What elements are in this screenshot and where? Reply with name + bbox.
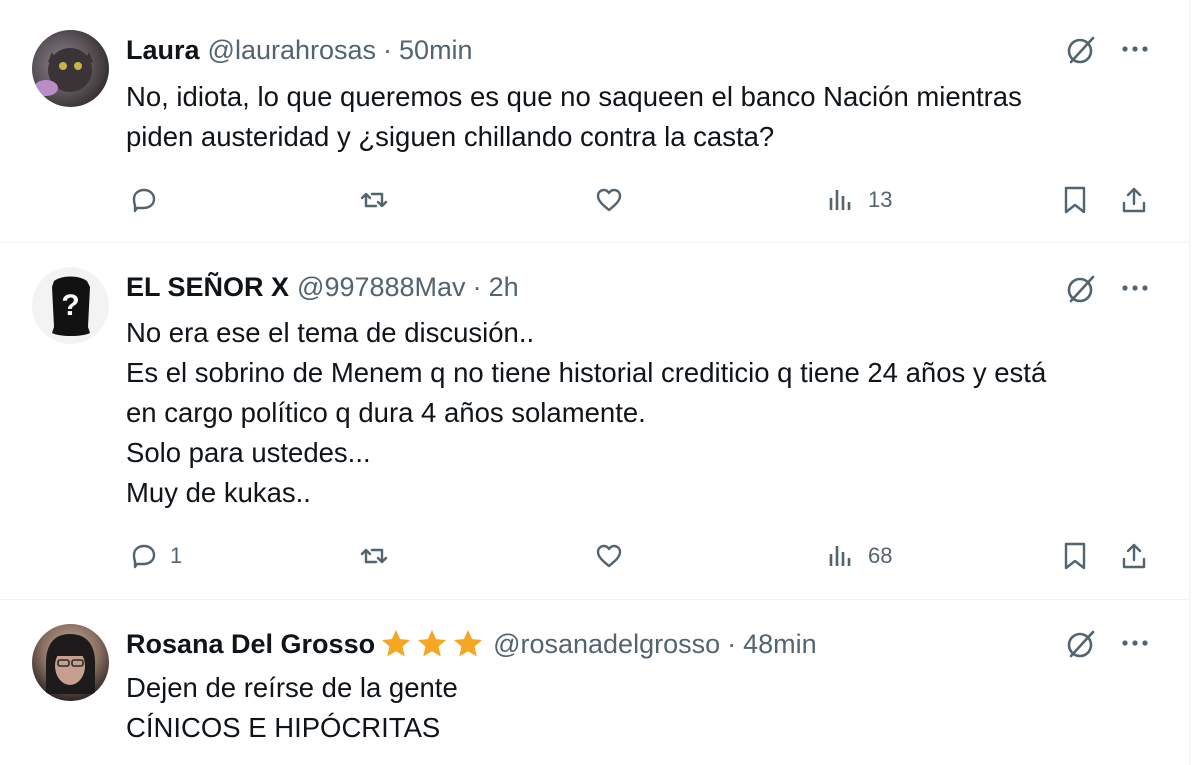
repost-icon: [360, 192, 388, 208]
tweet-text-line: Es el sobrino de Menem q no tiene histor…: [126, 357, 1047, 388]
views-button[interactable]: 13: [826, 180, 892, 220]
display-name[interactable]: Rosana Del Grosso: [126, 629, 375, 660]
separator: ·: [472, 271, 482, 302]
heart-icon: [596, 544, 622, 568]
more-options-icon[interactable]: [1118, 626, 1152, 660]
tweet[interactable]: Rosana Del Grosso @rosanadelgrosso · 48m…: [0, 600, 1189, 765]
tweet-text-line: CÍNICOS E HIPÓCRITAS: [126, 712, 441, 743]
repost-button[interactable]: [358, 536, 390, 576]
bookmark-button[interactable]: [1059, 536, 1091, 576]
views-button[interactable]: 68: [826, 536, 892, 576]
separator: ·: [383, 34, 393, 65]
action-bar: 13: [0, 180, 1189, 220]
separator: ·: [727, 628, 737, 659]
tweet-text-line: No era ese el tema de discusión..: [126, 317, 535, 348]
star-icon: [417, 629, 447, 657]
like-button[interactable]: [593, 536, 625, 576]
share-button[interactable]: [1118, 180, 1150, 220]
user-handle[interactable]: @rosanadelgrosso: [493, 629, 720, 660]
bookmark-icon: [1064, 186, 1086, 214]
heart-icon: [596, 188, 622, 212]
avatar[interactable]: [32, 30, 109, 107]
more-options-icon[interactable]: [1118, 32, 1152, 66]
like-button[interactable]: [593, 180, 625, 220]
tweet-header: Rosana Del Grosso @rosanadelgrosso · 48m…: [126, 628, 817, 660]
svg-text:?: ?: [61, 289, 79, 322]
share-button[interactable]: [1118, 536, 1150, 576]
tweet-text-line: piden austeridad y ¿siguen chillando con…: [126, 121, 775, 152]
more-options-icon[interactable]: [1118, 271, 1152, 305]
display-name[interactable]: EL SEÑOR X: [126, 272, 289, 303]
star-icon: [453, 629, 483, 657]
repost-button[interactable]: [358, 180, 390, 220]
tweet-text: No, idiota, lo que queremos es que no sa…: [126, 77, 1166, 157]
tweet-text-line: Solo para ustedes...: [126, 437, 371, 468]
avatar[interactable]: ?: [32, 267, 109, 344]
reply-count: 1: [170, 543, 183, 568]
analytics-icon: [829, 546, 851, 566]
grok-icon[interactable]: [1063, 271, 1099, 307]
timestamp[interactable]: 2h: [489, 272, 519, 303]
timestamp[interactable]: 50min: [399, 35, 473, 66]
tweet-text-line: Muy de kukas..: [126, 477, 311, 508]
tweet-text-line: No, idiota, lo que queremos es que no sa…: [126, 81, 1022, 112]
star-icon: [381, 629, 411, 657]
share-icon: [1122, 187, 1146, 213]
share-icon: [1122, 543, 1146, 569]
action-bar: 1 68: [0, 536, 1189, 576]
column-border: [1189, 0, 1190, 765]
reply-button[interactable]: [128, 180, 160, 220]
avatar[interactable]: [32, 624, 109, 701]
tweet[interactable]: Laura @laurahrosas · 50min No, idiota, l…: [0, 0, 1189, 243]
name-star-emojis: [379, 627, 485, 661]
reply-icon: [132, 188, 156, 213]
repost-icon: [360, 548, 388, 564]
bookmark-button[interactable]: [1059, 180, 1091, 220]
reply-icon: [132, 544, 156, 569]
user-handle[interactable]: @997888Mav: [297, 272, 466, 303]
tweet-text: Dejen de reírse de la gente CÍNICOS E HI…: [126, 668, 1166, 748]
tweet-text-line: en cargo político q dura 4 años solament…: [126, 397, 646, 428]
bookmark-icon: [1064, 542, 1086, 570]
grok-icon[interactable]: [1063, 32, 1099, 68]
analytics-icon: [829, 190, 851, 210]
reply-button[interactable]: 1: [128, 536, 182, 576]
reply-feed: Laura @laurahrosas · 50min No, idiota, l…: [0, 0, 1200, 765]
tweet-header: Laura @laurahrosas · 50min: [126, 34, 473, 66]
tweet[interactable]: ? EL SEÑOR X @997888Mav · 2h No era ese …: [0, 243, 1189, 600]
views-count: 68: [868, 543, 893, 568]
display-name[interactable]: Laura: [126, 35, 200, 66]
user-handle[interactable]: @laurahrosas: [208, 35, 377, 66]
tweet-text-line: Dejen de reírse de la gente: [126, 672, 458, 703]
tweet-header: EL SEÑOR X @997888Mav · 2h: [126, 271, 519, 303]
grok-icon[interactable]: [1063, 626, 1099, 662]
tweet-text: No era ese el tema de discusión.. Es el …: [126, 313, 1166, 513]
timestamp[interactable]: 48min: [743, 629, 817, 660]
views-count: 13: [868, 187, 893, 212]
